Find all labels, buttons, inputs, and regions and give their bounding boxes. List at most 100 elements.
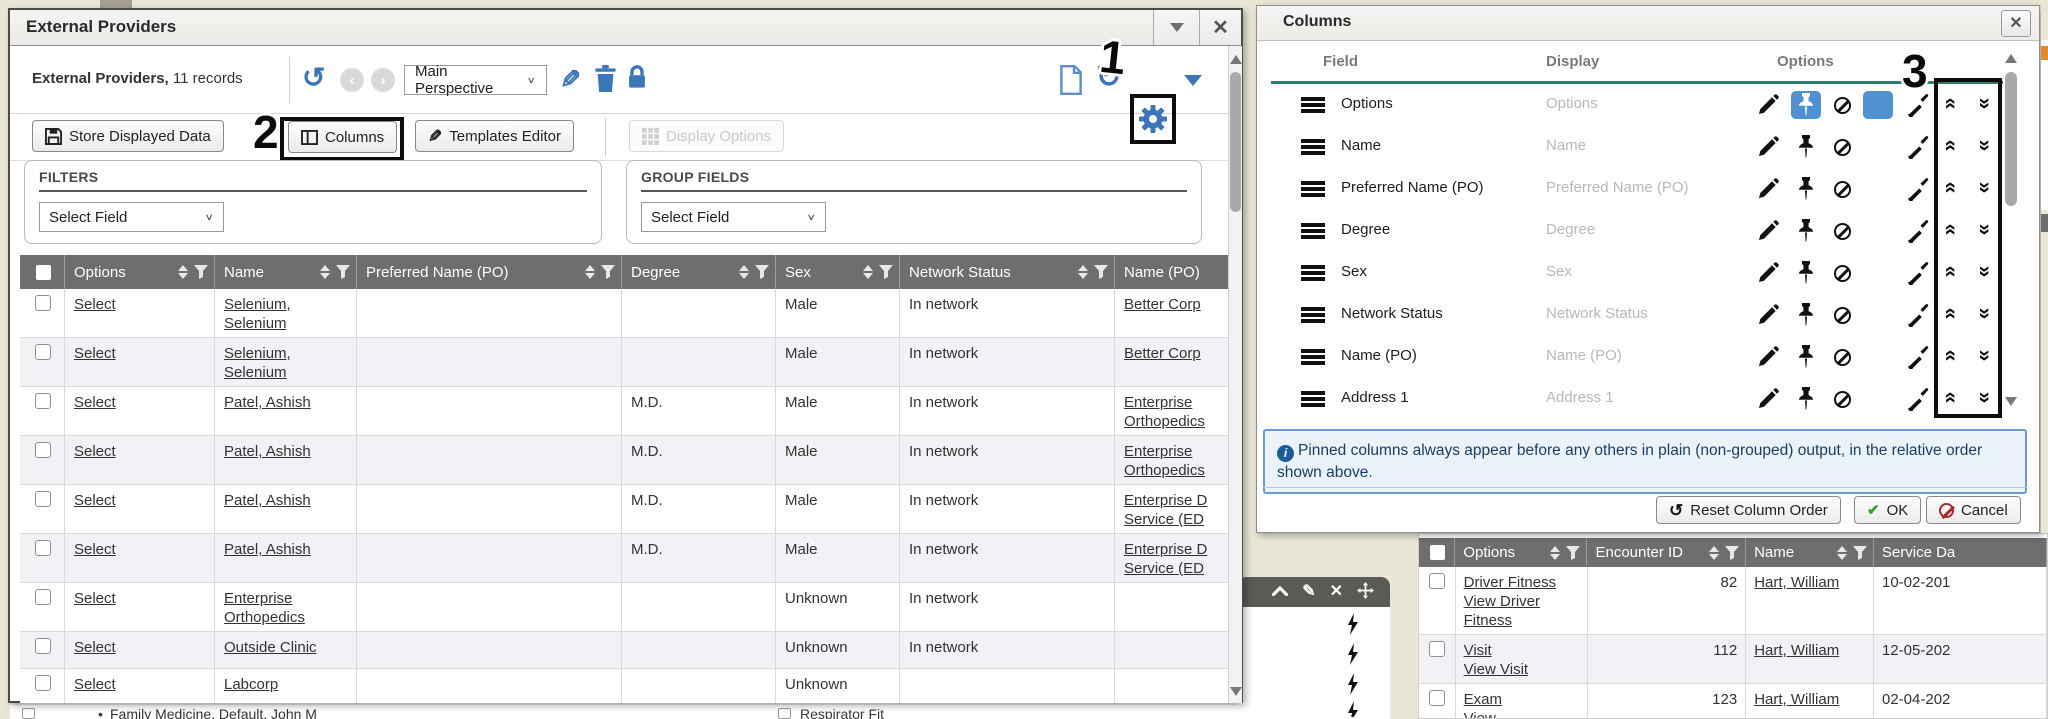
pin-column-button[interactable] (1791, 91, 1821, 119)
sort-icon[interactable] (1709, 546, 1719, 560)
pin-column-button[interactable] (1791, 133, 1821, 161)
encounter-option-link[interactable]: Driver Fitness (1464, 573, 1579, 592)
filter-icon[interactable] (194, 265, 208, 279)
code-column-button[interactable] (1863, 175, 1893, 203)
patient-name-link[interactable]: Hart, William (1754, 642, 1839, 659)
list-scroll-down-icon[interactable] (2005, 397, 2017, 406)
provider-name-link[interactable]: Patel, Ashish (224, 492, 311, 509)
code-column-button[interactable] (1863, 91, 1893, 119)
sort-icon[interactable] (178, 265, 188, 279)
select-link[interactable]: Select (74, 345, 116, 362)
pin-column-button[interactable] (1791, 259, 1821, 287)
provider-name-link[interactable]: Selenium, Selenium (224, 296, 291, 332)
expand-toolbar-icon[interactable] (1184, 75, 1202, 86)
row-checkbox[interactable] (35, 491, 51, 507)
sort-icon[interactable] (585, 265, 595, 279)
style-column-icon[interactable] (1906, 177, 1930, 201)
name-po-link[interactable]: Orthopedics (1124, 412, 1220, 431)
hide-column-button[interactable] (1827, 175, 1857, 203)
patient-name-link[interactable]: Hart, William (1754, 691, 1839, 708)
hide-column-button[interactable] (1827, 385, 1857, 413)
move-down-icon[interactable]: » (1974, 182, 1995, 194)
list-scroll-up-icon[interactable] (2005, 54, 2017, 63)
scrollbar-thumb[interactable] (1230, 72, 1241, 212)
select-all-checkbox[interactable] (1430, 545, 1445, 560)
move-up-icon[interactable]: « (1940, 140, 1961, 152)
row-checkbox[interactable] (35, 589, 51, 605)
filter-icon[interactable] (1725, 546, 1739, 560)
perspective-select[interactable]: Main Perspective ∨ (404, 65, 547, 95)
move-down-icon[interactable]: » (1974, 308, 1995, 320)
collapse-icon[interactable] (1272, 584, 1288, 600)
style-column-button[interactable] (1903, 133, 1933, 161)
move-down-icon[interactable]: » (1974, 98, 1995, 110)
name-po-link[interactable]: Enterprise (1124, 442, 1220, 461)
style-column-button[interactable] (1903, 385, 1933, 413)
drag-handle-icon[interactable] (1301, 97, 1325, 101)
pin-column-icon[interactable] (1796, 303, 1816, 327)
name-po-link[interactable]: Service (ED (1124, 510, 1220, 529)
select-link[interactable]: Select (74, 541, 116, 558)
rename-column-icon[interactable] (1757, 94, 1779, 116)
row-checkbox[interactable] (1429, 573, 1445, 589)
select-link[interactable]: Select (74, 590, 116, 607)
rename-column-icon[interactable] (1757, 388, 1779, 410)
pin-column-button[interactable] (1791, 385, 1821, 413)
filter-icon[interactable] (1094, 265, 1108, 279)
reset-column-order-button[interactable]: ↺ Reset Column Order (1656, 496, 1841, 524)
delete-perspective-icon[interactable] (594, 65, 617, 92)
undo-icon[interactable]: ↺ (302, 64, 325, 92)
filter-icon[interactable] (336, 265, 350, 279)
rename-column-icon[interactable] (1757, 136, 1779, 158)
style-column-button[interactable] (1903, 259, 1933, 287)
select-link[interactable]: Select (74, 296, 116, 313)
name-po-link[interactable]: Better Corp (1124, 344, 1220, 363)
move-down-icon[interactable]: » (1974, 224, 1995, 236)
sort-icon[interactable] (1078, 265, 1088, 279)
patient-name-link[interactable]: Hart, William (1754, 574, 1839, 591)
drag-handle-icon[interactable] (1301, 265, 1325, 269)
style-column-icon[interactable] (1906, 261, 1930, 285)
display-options-button[interactable]: Display Options (629, 120, 784, 152)
encounter-option-link[interactable]: Exam (1464, 690, 1579, 709)
name-po-link[interactable]: Orthopedics (1124, 461, 1220, 480)
move-down-icon[interactable]: » (1974, 392, 1995, 404)
select-link[interactable]: Select (74, 676, 116, 693)
pin-column-icon[interactable] (1796, 135, 1816, 159)
pin-column-icon[interactable] (1796, 387, 1816, 411)
encounter-option-link[interactable]: Visit (1464, 641, 1579, 660)
window-menu-button[interactable] (1153, 10, 1199, 45)
filters-field-select[interactable]: Select Field ∨ (39, 202, 224, 232)
style-column-button[interactable] (1903, 175, 1933, 203)
scroll-up-icon[interactable] (1230, 55, 1242, 64)
code-column-button[interactable] (1863, 343, 1893, 371)
move-up-icon[interactable]: « (1940, 98, 1961, 110)
code-column-button[interactable] (1863, 301, 1893, 329)
move-up-icon[interactable]: « (1940, 182, 1961, 194)
rename-column-button[interactable] (1753, 91, 1783, 119)
move-up-icon[interactable]: « (1940, 392, 1961, 404)
style-column-button[interactable] (1903, 217, 1933, 245)
rename-column-icon[interactable] (1757, 262, 1779, 284)
rename-column-button[interactable] (1753, 385, 1783, 413)
style-column-icon[interactable] (1906, 387, 1930, 411)
move-up-icon[interactable]: « (1940, 266, 1961, 278)
provider-name-link[interactable]: Outside Clinic (224, 639, 317, 656)
cancel-button[interactable]: Cancel (1926, 496, 2021, 524)
move-up-icon[interactable]: « (1940, 308, 1961, 320)
row-checkbox[interactable] (35, 638, 51, 654)
move-up-icon[interactable]: « (1940, 350, 1961, 362)
name-po-link[interactable]: Enterprise D (1124, 491, 1220, 510)
sort-icon[interactable] (1550, 546, 1560, 560)
row-checkbox[interactable] (1429, 690, 1445, 706)
code-column-button[interactable] (1863, 217, 1893, 245)
filter-icon[interactable] (755, 265, 769, 279)
rename-column-button[interactable] (1753, 343, 1783, 371)
style-column-icon[interactable] (1906, 219, 1930, 243)
rename-column-button[interactable] (1753, 259, 1783, 287)
hide-column-button[interactable] (1827, 259, 1857, 287)
select-link[interactable]: Select (74, 639, 116, 656)
rename-column-icon[interactable] (1757, 178, 1779, 200)
provider-name-link[interactable]: Enterprise Orthopedics (224, 590, 305, 626)
remove-icon[interactable]: ✕ (1330, 584, 1343, 600)
